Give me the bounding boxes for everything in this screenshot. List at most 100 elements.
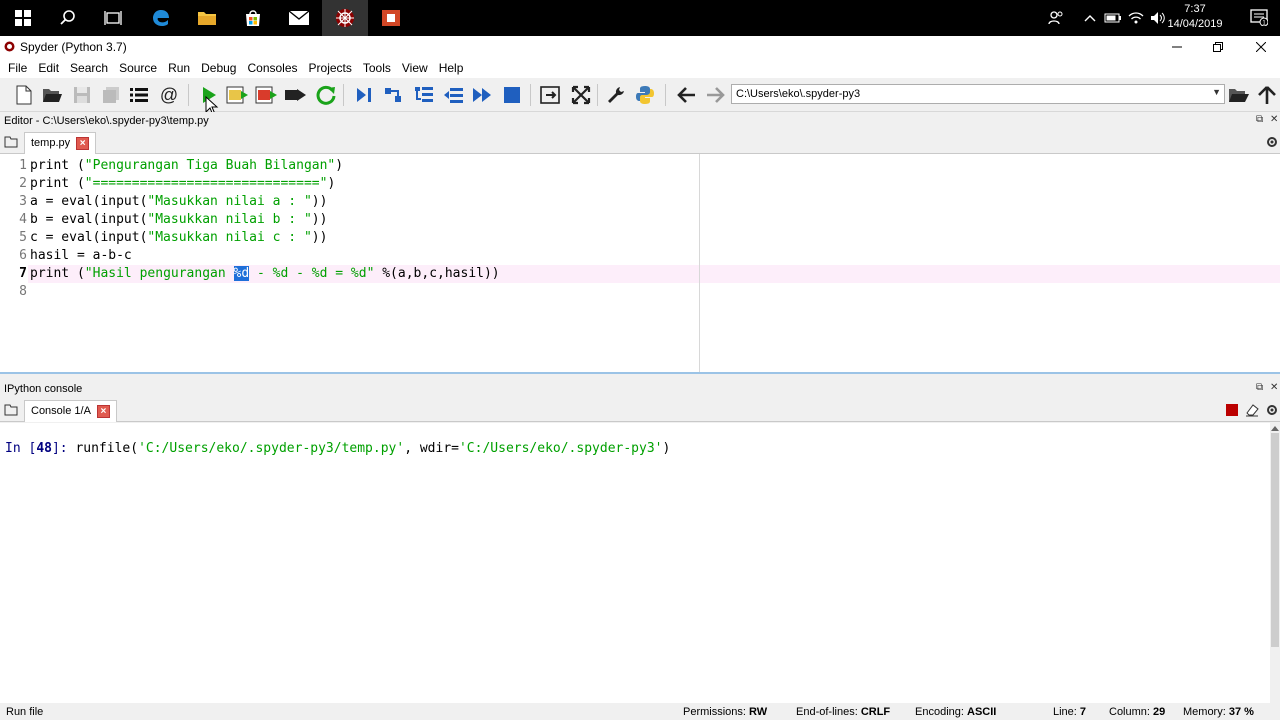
- forward-arrow-icon[interactable]: [703, 83, 727, 107]
- step-return-icon[interactable]: [442, 83, 466, 107]
- task-view-icon[interactable]: [90, 0, 136, 36]
- back-arrow-icon[interactable]: [675, 83, 699, 107]
- chevron-down-icon[interactable]: ▼: [1212, 87, 1221, 97]
- edge-browser-icon[interactable]: [138, 0, 184, 36]
- scrollbar-thumb[interactable]: [1271, 433, 1279, 647]
- minimize-button[interactable]: [1154, 36, 1200, 58]
- code-line-6: hasil = a-b-c: [30, 247, 132, 265]
- code-line-3: a = eval(input("Masukkan nilai a : ")): [30, 193, 327, 211]
- toolbar-separator: [597, 84, 598, 106]
- menu-edit[interactable]: Edit: [34, 58, 63, 78]
- step-into-icon[interactable]: [412, 83, 436, 107]
- code-editor[interactable]: 1 2 3 4 5 6 7 8 print ("Pengurangan Tiga…: [0, 154, 1280, 374]
- taskbar-clock[interactable]: 7:37 14/04/2019: [1160, 2, 1230, 32]
- gear-icon[interactable]: [1266, 136, 1278, 148]
- editor-tabbar: temp.py ×: [0, 130, 1280, 154]
- people-icon[interactable]: [1048, 0, 1064, 36]
- browse-folder-icon[interactable]: [1227, 83, 1251, 107]
- toolbar-separator: [665, 84, 666, 106]
- selected-text: %d: [233, 266, 250, 281]
- run-cell-advance-icon[interactable]: [255, 83, 279, 107]
- line-number-current: 7: [19, 266, 27, 281]
- windows-start-icon[interactable]: [0, 0, 46, 36]
- menu-bar: File Edit Search Source Run Debug Consol…: [0, 58, 1280, 78]
- menu-debug[interactable]: Debug: [197, 58, 240, 78]
- notification-icon[interactable]: 1: [1250, 8, 1269, 29]
- save-file-icon[interactable]: [70, 83, 94, 107]
- at-symbol-icon[interactable]: @: [157, 83, 181, 107]
- close-pane-icon[interactable]: ✕: [1270, 382, 1278, 393]
- open-file-icon[interactable]: [40, 83, 64, 107]
- menu-file[interactable]: File: [4, 58, 31, 78]
- console-tabbar: Console 1/A ×: [0, 398, 1280, 422]
- parent-directory-icon[interactable]: [1255, 83, 1279, 107]
- maximize-pane-icon[interactable]: [539, 83, 563, 107]
- undock-icon[interactable]: ⧉: [1256, 382, 1263, 393]
- continue-icon[interactable]: [471, 83, 495, 107]
- spyder-icon[interactable]: [322, 0, 368, 36]
- rerun-icon[interactable]: [314, 83, 338, 107]
- menu-search[interactable]: Search: [66, 58, 112, 78]
- close-tab-icon[interactable]: ×: [76, 137, 90, 150]
- window-titlebar[interactable]: Spyder (Python 3.7): [0, 36, 1280, 58]
- save-all-icon[interactable]: [99, 83, 123, 107]
- working-directory-value: C:\Users\eko\.spyder-py3: [736, 88, 861, 100]
- battery-icon[interactable]: [1104, 0, 1122, 36]
- debug-icon[interactable]: [352, 83, 376, 107]
- browse-tabs-icon[interactable]: [4, 136, 18, 148]
- menu-projects[interactable]: Projects: [305, 58, 356, 78]
- code-line-1: print ("Pengurangan Tiga Buah Bilangan"): [30, 157, 343, 175]
- ipython-console[interactable]: In [48]: runfile('C:/Users/eko/.spyder-p…: [0, 423, 1270, 703]
- stop-debug-icon[interactable]: [500, 83, 524, 107]
- code-line-5: c = eval(input("Masukkan nilai c : ")): [30, 229, 327, 247]
- outline-list-icon[interactable]: [127, 83, 151, 107]
- code-token: ): [335, 158, 344, 173]
- code-line-4: b = eval(input("Masukkan nilai b : ")): [30, 211, 327, 229]
- svg-text:@: @: [160, 85, 178, 105]
- spyder-app-icon: [4, 41, 15, 52]
- mail-icon[interactable]: [276, 0, 322, 36]
- menu-help[interactable]: Help: [435, 58, 468, 78]
- console-pane-title: IPython console: [0, 380, 1280, 398]
- undock-icon[interactable]: ⧉: [1256, 114, 1263, 125]
- tab-console-1a[interactable]: Console 1/A ×: [24, 400, 117, 422]
- scroll-up-icon[interactable]: [1271, 425, 1279, 431]
- string-token: 'C:/Users/eko/.spyder-py3/temp.py': [138, 441, 405, 456]
- toolbar-separator: [188, 84, 189, 106]
- close-button[interactable]: [1238, 36, 1280, 58]
- tab-temp-py[interactable]: temp.py ×: [24, 132, 97, 154]
- file-explorer-icon[interactable]: [184, 0, 230, 36]
- eraser-icon[interactable]: [1245, 403, 1259, 417]
- menu-run[interactable]: Run: [164, 58, 194, 78]
- wifi-icon[interactable]: [1128, 0, 1144, 36]
- menu-consoles[interactable]: Consoles: [243, 58, 301, 78]
- fullscreen-icon[interactable]: [569, 83, 593, 107]
- close-pane-icon[interactable]: ✕: [1270, 114, 1278, 125]
- code-token: print (: [30, 266, 85, 281]
- python-path-icon[interactable]: [633, 83, 657, 107]
- code-token: print (: [30, 158, 85, 173]
- search-icon[interactable]: [45, 0, 91, 36]
- store-icon[interactable]: [230, 0, 276, 36]
- menu-source[interactable]: Source: [115, 58, 161, 78]
- run-cell-icon[interactable]: [226, 83, 250, 107]
- browse-tabs-icon[interactable]: [4, 404, 18, 416]
- stop-kernel-icon[interactable]: [1226, 404, 1238, 416]
- powerpoint-icon[interactable]: [368, 0, 414, 36]
- menu-view[interactable]: View: [398, 58, 432, 78]
- close-tab-icon[interactable]: ×: [96, 405, 110, 418]
- code-token: c = eval(input(: [30, 230, 148, 245]
- preferences-wrench-icon[interactable]: [604, 83, 628, 107]
- gear-icon[interactable]: [1266, 404, 1278, 416]
- console-scrollbar[interactable]: [1270, 423, 1280, 703]
- restore-button[interactable]: [1195, 36, 1241, 58]
- edge-line-marker: [699, 154, 700, 372]
- working-directory-combobox[interactable]: C:\Users\eko\.spyder-py3 ▼: [731, 84, 1225, 104]
- new-file-icon[interactable]: [12, 83, 36, 107]
- run-selection-icon[interactable]: [284, 83, 308, 107]
- step-icon[interactable]: [382, 83, 406, 107]
- chevron-up-icon[interactable]: [1084, 0, 1096, 36]
- menu-tools[interactable]: Tools: [359, 58, 395, 78]
- code-token: )): [311, 230, 328, 245]
- string-token: "Masukkan nilai c : ": [147, 230, 312, 245]
